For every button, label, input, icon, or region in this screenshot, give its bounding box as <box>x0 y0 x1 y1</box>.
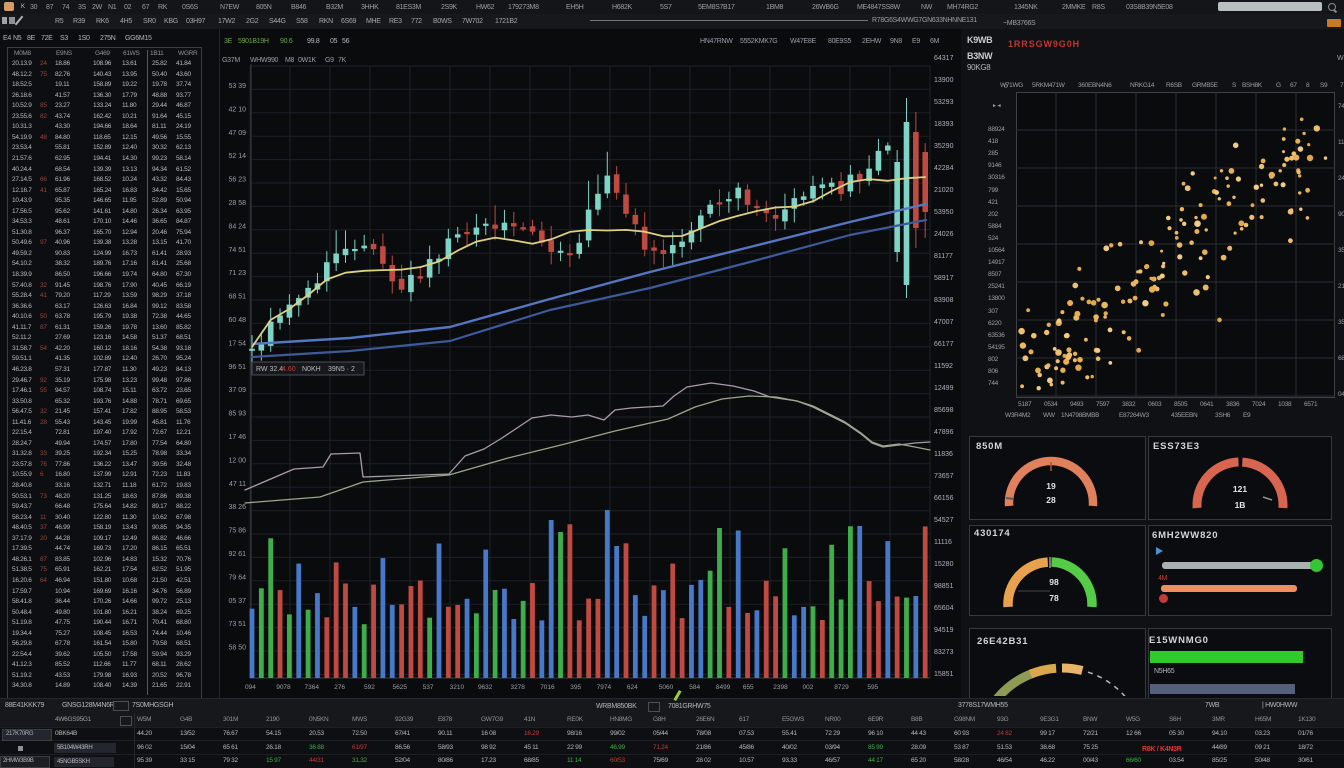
svg-text:42 10: 42 10 <box>228 106 246 113</box>
svg-text:56 23: 56 23 <box>228 177 246 184</box>
svg-text:7364: 7364 <box>305 684 320 691</box>
svg-text:52 14: 52 14 <box>228 153 246 160</box>
svg-text:83908: 83908 <box>934 297 954 304</box>
svg-text:592: 592 <box>364 684 375 691</box>
svg-text:66156: 66156 <box>934 495 954 502</box>
svg-text:47896: 47896 <box>934 429 954 436</box>
svg-text:58 50: 58 50 <box>228 645 246 652</box>
svg-text:66177: 66177 <box>934 341 954 348</box>
svg-text:38 26: 38 26 <box>228 504 246 511</box>
svg-text:13900: 13900 <box>934 77 954 84</box>
svg-text:94519: 94519 <box>934 627 954 634</box>
svg-text:73657: 73657 <box>934 473 954 480</box>
svg-text:12 00: 12 00 <box>228 457 246 464</box>
svg-text:18393: 18393 <box>934 121 954 128</box>
svg-text:7974: 7974 <box>597 684 612 691</box>
svg-text:1B: 1B <box>1235 500 1246 510</box>
svg-text:11116: 11116 <box>934 539 952 546</box>
svg-text:65604: 65604 <box>934 605 954 612</box>
svg-text:655: 655 <box>743 684 754 691</box>
svg-text:9078: 9078 <box>276 684 291 691</box>
svg-text:12499: 12499 <box>934 385 954 392</box>
svg-text:584: 584 <box>689 684 700 691</box>
svg-text:60 48: 60 48 <box>228 317 246 324</box>
svg-text:73 51: 73 51 <box>228 621 246 628</box>
svg-text:28: 28 <box>1046 495 1056 505</box>
svg-text:N0KH: N0KH <box>302 366 321 373</box>
svg-text:54527: 54527 <box>934 517 954 524</box>
svg-text:35290: 35290 <box>934 143 954 150</box>
svg-text:53293: 53293 <box>934 99 954 106</box>
svg-text:121: 121 <box>1233 484 1247 494</box>
svg-text:094: 094 <box>245 684 256 691</box>
svg-text:37 09: 37 09 <box>228 387 246 394</box>
svg-text:15851: 15851 <box>934 671 954 678</box>
svg-text:74 51: 74 51 <box>228 247 246 254</box>
svg-text:8499: 8499 <box>716 684 731 691</box>
svg-text:96 51: 96 51 <box>228 364 246 371</box>
svg-text:83273: 83273 <box>934 649 954 656</box>
svg-text:53 39: 53 39 <box>228 83 246 90</box>
svg-text:537: 537 <box>423 684 434 691</box>
svg-text:002: 002 <box>803 684 814 691</box>
svg-text:3278: 3278 <box>510 684 525 691</box>
svg-text:85698: 85698 <box>934 407 954 414</box>
svg-text:5625: 5625 <box>393 684 408 691</box>
svg-text:RW 32.4: RW 32.4 <box>256 366 283 373</box>
svg-text:64317: 64317 <box>934 55 954 62</box>
svg-text:71 23: 71 23 <box>228 270 246 277</box>
svg-text:5060: 5060 <box>659 684 674 691</box>
svg-text:21020: 21020 <box>934 187 954 194</box>
svg-text:17 46: 17 46 <box>228 434 246 441</box>
svg-text:24026: 24026 <box>934 231 954 238</box>
svg-text:39N5 · 2: 39N5 · 2 <box>328 366 355 373</box>
svg-text:78: 78 <box>1049 593 1059 603</box>
svg-text:98851: 98851 <box>934 583 954 590</box>
svg-text:7016: 7016 <box>540 684 555 691</box>
svg-text:595: 595 <box>867 684 878 691</box>
svg-text:11836: 11836 <box>934 451 953 458</box>
svg-text:395: 395 <box>570 684 581 691</box>
svg-text:84 24: 84 24 <box>228 223 246 230</box>
svg-text:11592: 11592 <box>934 363 953 370</box>
svg-text:15280: 15280 <box>934 561 954 568</box>
svg-text:47007: 47007 <box>934 319 954 326</box>
svg-text:3210: 3210 <box>450 684 465 691</box>
svg-text:05 37: 05 37 <box>228 598 246 605</box>
svg-text:79 64: 79 64 <box>228 574 246 581</box>
svg-text:85 93: 85 93 <box>228 411 246 418</box>
svg-text:81177: 81177 <box>934 253 953 260</box>
svg-text:2398: 2398 <box>773 684 788 691</box>
svg-text:624: 624 <box>627 684 638 691</box>
svg-text:68 51: 68 51 <box>228 294 246 301</box>
svg-text:58917: 58917 <box>934 275 954 282</box>
svg-text:92 61: 92 61 <box>228 551 246 558</box>
svg-text:8729: 8729 <box>834 684 849 691</box>
svg-text:276: 276 <box>334 684 345 691</box>
svg-text:28 58: 28 58 <box>228 200 246 207</box>
svg-text:47 11: 47 11 <box>229 481 246 488</box>
svg-text:75 86: 75 86 <box>228 528 246 535</box>
svg-text:19: 19 <box>1046 481 1056 491</box>
svg-text:17 54: 17 54 <box>228 340 246 347</box>
svg-text:98: 98 <box>1049 577 1059 587</box>
svg-text:47 09: 47 09 <box>228 130 246 137</box>
svg-text:42284: 42284 <box>934 165 954 172</box>
svg-text:9632: 9632 <box>478 684 493 691</box>
svg-text:53950: 53950 <box>934 209 954 216</box>
svg-text:4.60: 4.60 <box>282 366 296 373</box>
